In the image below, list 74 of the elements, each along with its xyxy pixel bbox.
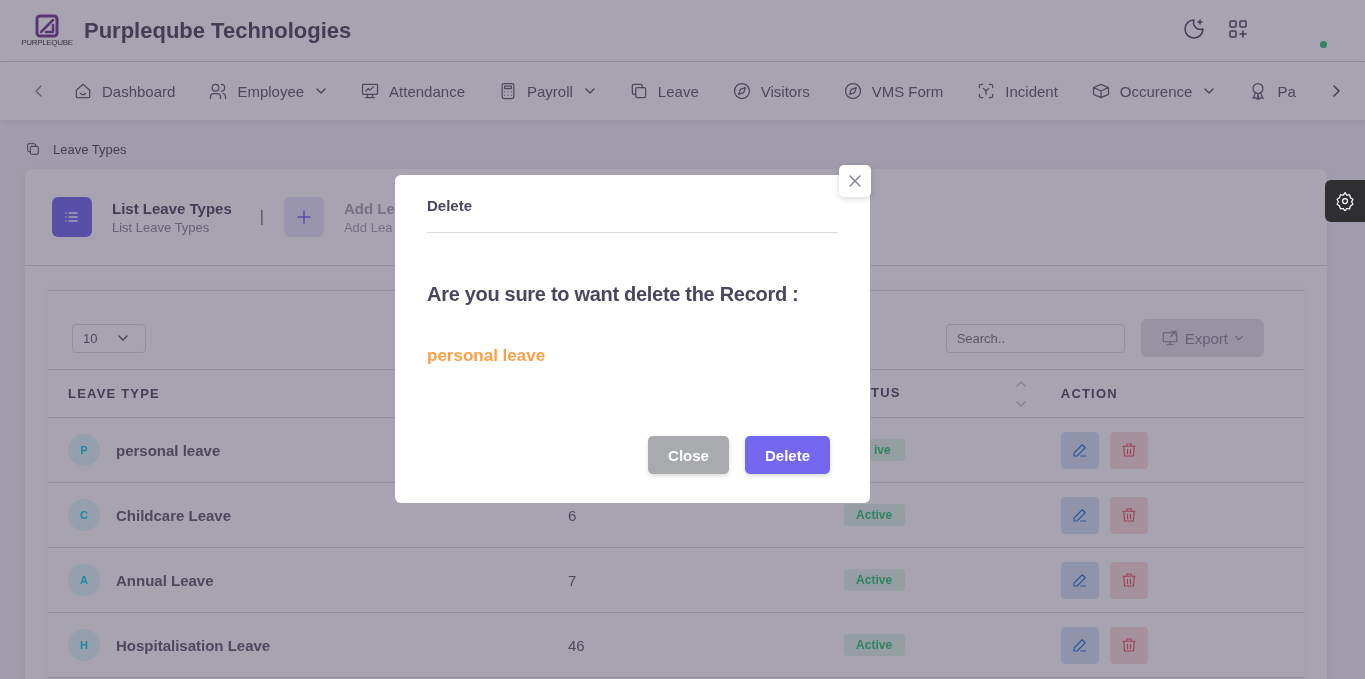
leave-type-name: Annual Leave — [116, 571, 215, 589]
status-badge: Active — [843, 504, 905, 526]
close-button[interactable]: Close — [648, 436, 729, 474]
status-badge: Active — [843, 569, 905, 591]
home-icon — [73, 81, 93, 101]
column-header: LEAVE TYPE — [67, 386, 160, 401]
copy-icon — [25, 141, 41, 157]
trash-icon — [1119, 636, 1138, 654]
nav-item[interactable]: Incident — [976, 81, 1058, 101]
logo-icon — [35, 14, 59, 38]
edit-icon — [1070, 636, 1089, 654]
leave-type-name: Childcare Leave — [116, 506, 233, 524]
nav-item[interactable]: Dashboard — [73, 81, 176, 101]
record-name: personal leave — [427, 346, 547, 366]
edit-icon — [1070, 441, 1089, 459]
days-value: 46 — [568, 636, 585, 654]
edit-button[interactable] — [1060, 626, 1099, 664]
edit-icon — [1070, 506, 1089, 524]
avatar: A — [68, 564, 100, 596]
dialog-title: Delete — [427, 197, 838, 233]
edit-icon — [1070, 571, 1089, 589]
monitor-icon — [1160, 329, 1179, 347]
days-value: 7 — [568, 571, 577, 589]
step-separator: | — [259, 208, 264, 226]
avatar: H — [68, 629, 100, 661]
avatar: P — [68, 434, 100, 466]
nav-item[interactable]: Leave — [628, 81, 699, 101]
nav-item[interactable]: Payroll — [498, 81, 596, 101]
leave-type-name: Hospitalisation Leave — [116, 636, 272, 654]
settings-button[interactable] — [1325, 180, 1365, 222]
delete-button[interactable] — [1109, 561, 1148, 599]
compass-icon — [731, 81, 752, 101]
confirmation-question: Are you sure to want delete the Record : — [427, 283, 800, 306]
avatar: C — [68, 499, 100, 531]
search-field[interactable]: Search.. — [945, 323, 1125, 353]
nav-item[interactable]: Occurence — [1090, 81, 1216, 101]
page-size-select[interactable]: 10 — [72, 323, 147, 353]
edit-button[interactable] — [1060, 496, 1099, 534]
box-icon — [1090, 81, 1111, 101]
caret-icon — [1234, 333, 1244, 343]
monitor-icon — [360, 81, 381, 101]
column-header: TUS — [870, 384, 901, 400]
delete-button[interactable]: Delete — [744, 436, 830, 474]
caret-icon — [117, 332, 130, 344]
nav-item[interactable]: VMS Form — [842, 81, 944, 101]
days-value: 6 — [568, 506, 577, 524]
settings-icon — [1335, 191, 1355, 211]
compass-icon — [842, 81, 863, 101]
column-header: ACTION — [1060, 386, 1118, 401]
status-badge: Active — [843, 634, 905, 656]
logo-text: PURPLEQUBE — [21, 38, 73, 47]
list-icon — [64, 209, 80, 225]
plus-icon — [295, 209, 312, 225]
nav-item[interactable]: Visitors — [731, 81, 810, 101]
trash-icon — [1119, 441, 1138, 459]
step-tab[interactable]: List Leave Types List Leave Types — [52, 197, 232, 237]
nav-item[interactable]: Employee — [208, 81, 328, 101]
trash-icon — [1119, 506, 1138, 524]
nav-item[interactable]: Pa — [1248, 81, 1296, 101]
edit-button[interactable] — [1060, 561, 1099, 599]
leave-type-name: personal leave — [116, 441, 222, 459]
moon-icon — [1182, 16, 1206, 41]
nav-item[interactable]: Attendance — [360, 81, 465, 101]
sort-icon — [1015, 380, 1026, 407]
delete-button[interactable] — [1109, 431, 1148, 469]
company-name: Purpleqube Technologies — [84, 17, 353, 44]
delete-button[interactable] — [1109, 626, 1148, 664]
breadcrumb: Leave Types — [53, 141, 127, 157]
users-icon — [208, 81, 229, 101]
close-icon — [849, 175, 861, 187]
close-button[interactable] — [839, 165, 871, 197]
edit-button[interactable] — [1060, 431, 1099, 469]
delete-button[interactable] — [1109, 496, 1148, 534]
trash-icon — [1119, 571, 1138, 589]
